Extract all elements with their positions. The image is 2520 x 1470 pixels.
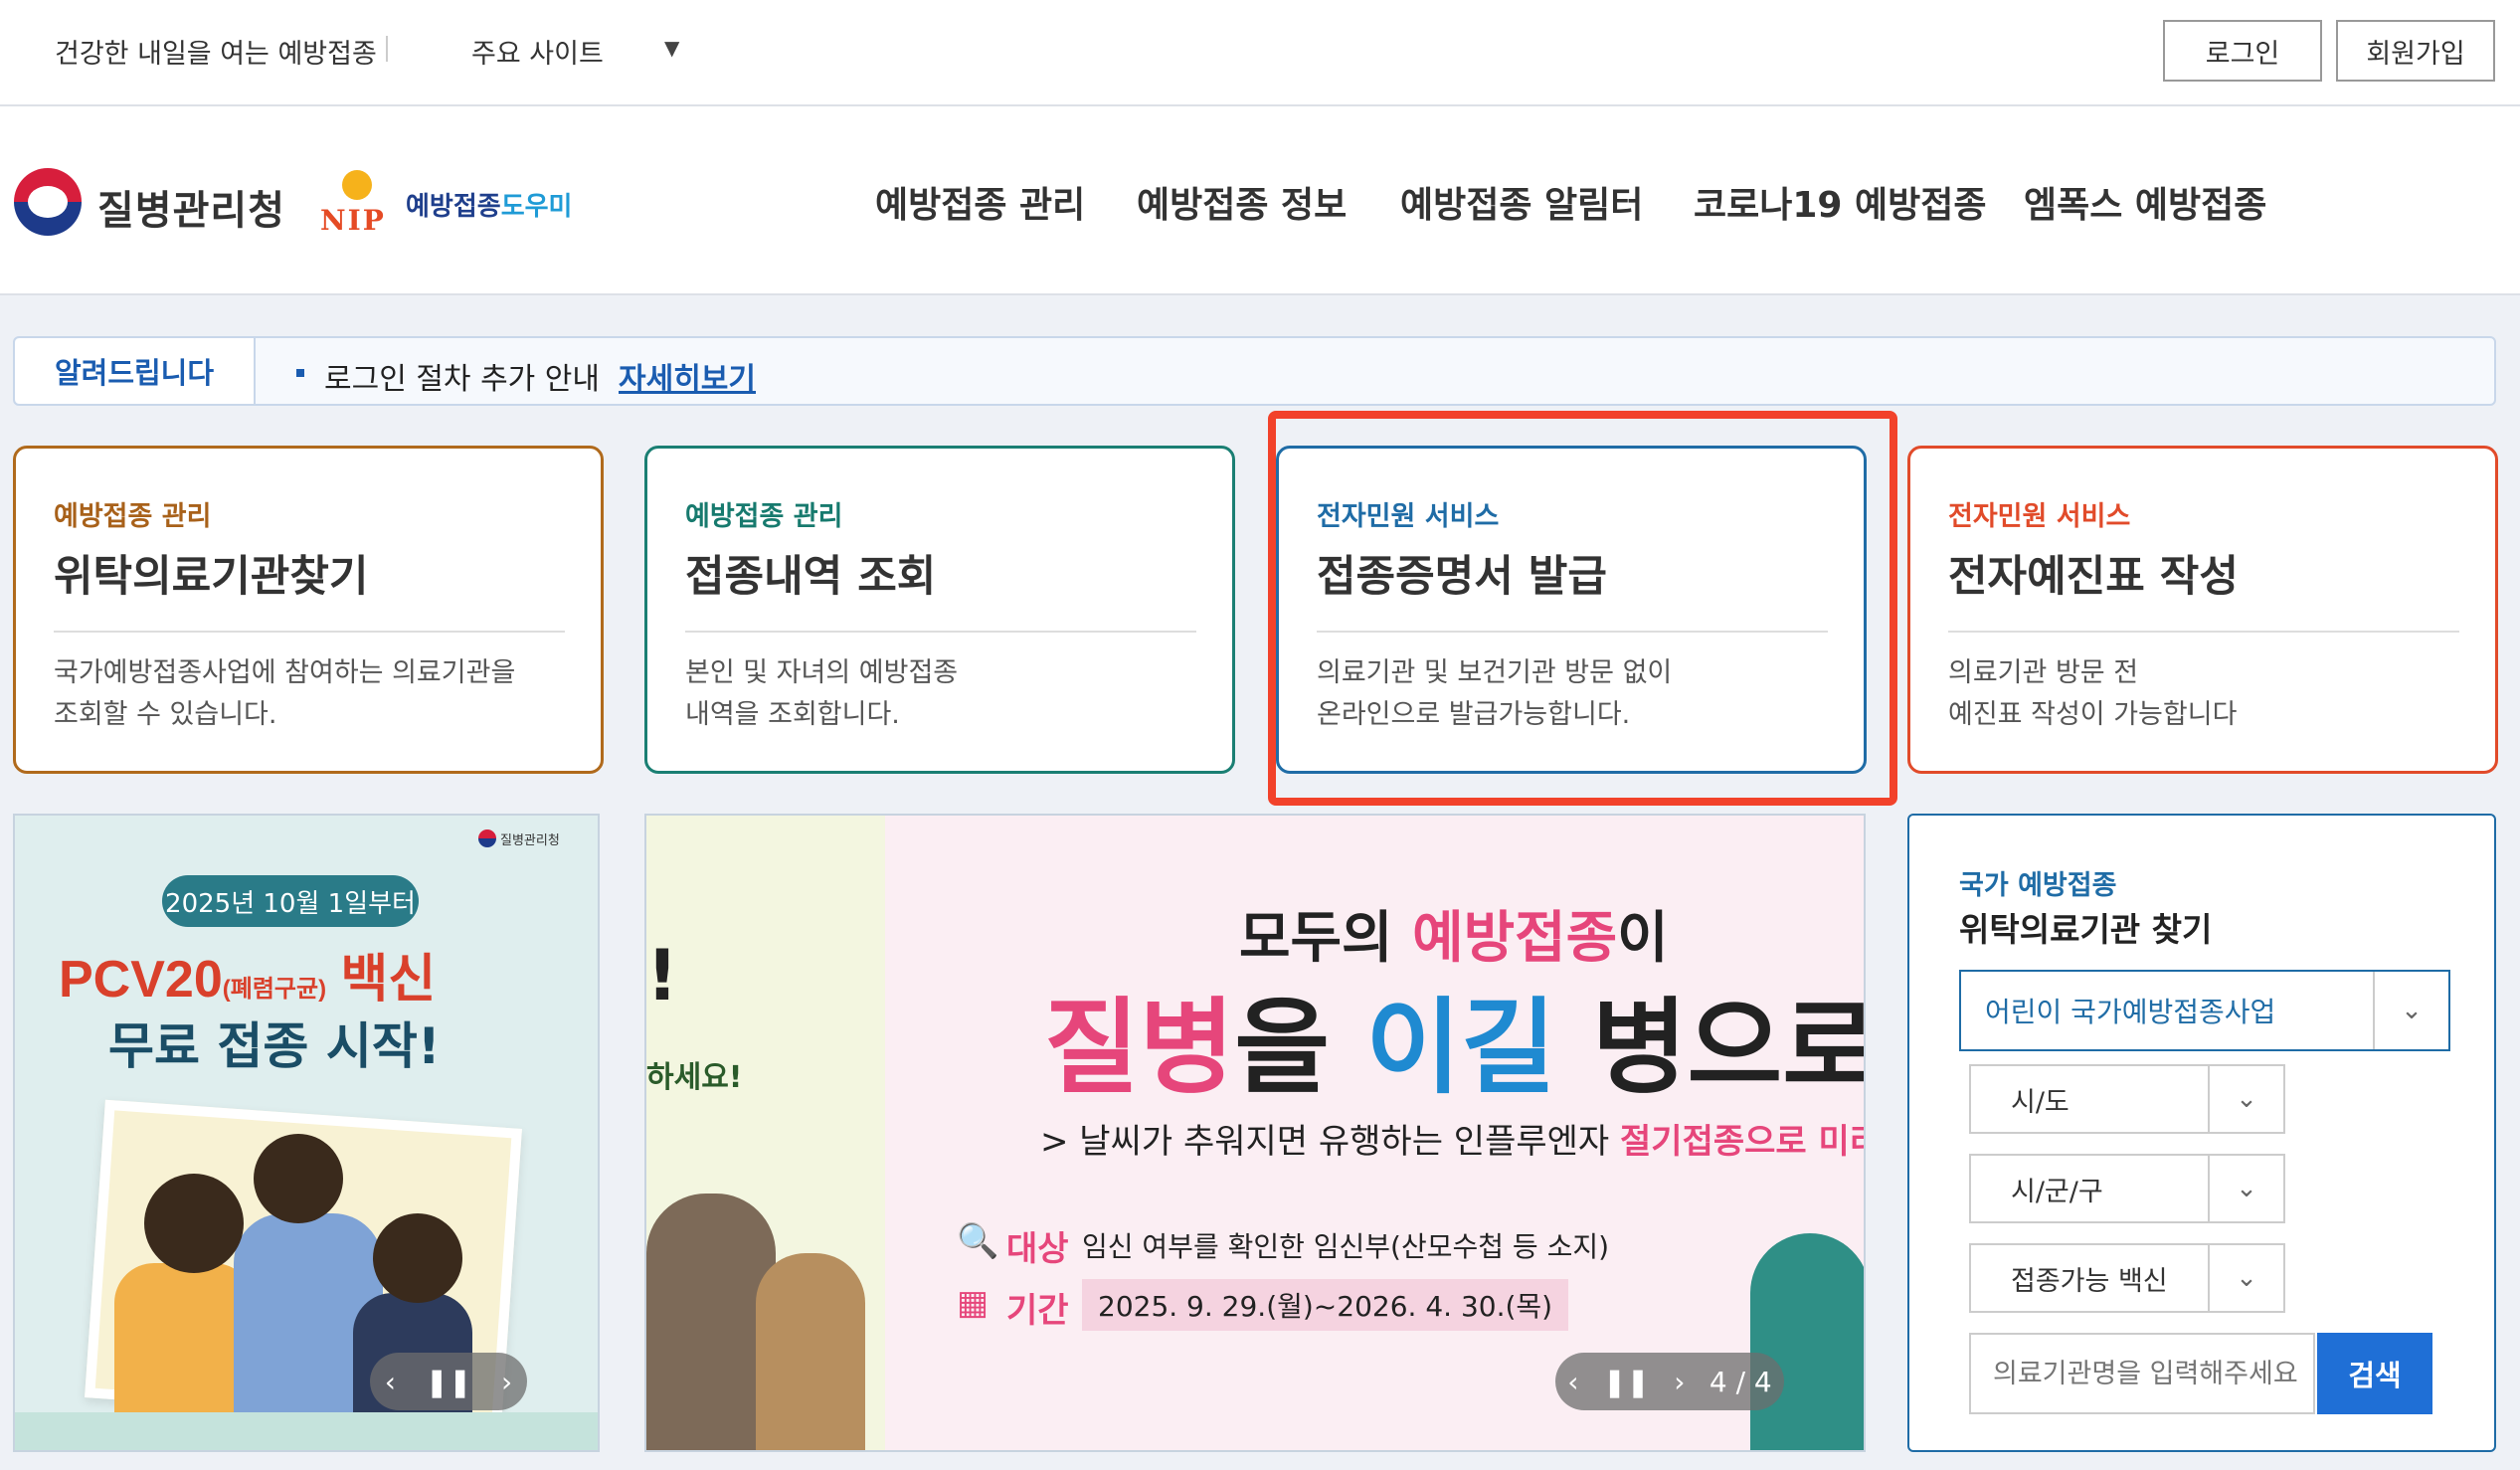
divider [386, 36, 388, 62]
sigungu-select[interactable]: 시/군/구 ⌄ [1969, 1154, 2285, 1223]
ground-illustration [15, 1412, 598, 1450]
notice-detail-link[interactable]: 자세히보기 [619, 354, 756, 398]
chevron-down-icon[interactable]: ⌄ [2208, 1066, 2283, 1132]
previous-slide-text: 하세요! [646, 1060, 743, 1095]
banner2-controls: ‹ ❚❚ › 4 / 4 [1555, 1353, 1784, 1410]
signup-button[interactable]: 회원가입 [2336, 20, 2495, 82]
nip-logo-icon[interactable]: NIP [318, 164, 396, 240]
nav-mpox[interactable]: 엠폭스 예방접종 [2024, 176, 2266, 228]
kdca-logo-icon[interactable] [14, 168, 82, 236]
card-category: 예방접종 관리 [54, 501, 212, 532]
slide-counter: 4 / 4 [1709, 1365, 1772, 1398]
pause-icon[interactable]: ❚❚ [426, 1366, 472, 1398]
kdca-logo-icon [478, 829, 496, 847]
vaccine-select-value: 접종가능 백신 [2011, 1265, 2168, 1297]
nip-logo-text: NIP [320, 204, 386, 237]
finder-category: 국가 예방접종 [1959, 870, 2117, 901]
nav-vaccination-info[interactable]: 예방접종 정보 [1137, 176, 1347, 228]
banner-brand: 질병관리청 [500, 833, 560, 848]
card-category: 예방접종 관리 [685, 501, 843, 532]
prev-arrow-icon[interactable]: ‹ [385, 1366, 396, 1398]
clinic-finder-panel: 국가 예방접종 위탁의료기관 찾기 어린이 국가예방접종사업 ⌄ 시/도 ⌄ 시… [1907, 814, 2496, 1452]
target-value: 임신 여부를 확인한 임신부(산모수첩 등 소지) [1082, 1230, 1610, 1263]
card-vaccination-history[interactable]: 예방접종 관리 접종내역 조회 본인 및 자녀의 예방접종 내역을 조회합니다. [644, 446, 1235, 774]
family-illustration [114, 1263, 254, 1422]
nip-name-part: 예방접종 [406, 192, 501, 222]
card-description: 본인 및 자녀의 예방접종 내역을 조회합니다. [685, 657, 959, 730]
sido-select[interactable]: 시/도 ⌄ [1969, 1064, 2285, 1134]
card-title: 위탁의료기관찾기 [54, 552, 369, 602]
finder-title: 위탁의료기관 찾기 [1959, 910, 2213, 949]
clinic-name-input[interactable] [1969, 1333, 2315, 1414]
nav-vaccination-notice[interactable]: 예방접종 알림터 [1400, 176, 1643, 228]
divider [1948, 631, 2459, 633]
card-title: 접종내역 조회 [685, 552, 937, 602]
nav-vaccination-management[interactable]: 예방접종 관리 [875, 176, 1085, 228]
pregnant-woman-illustration [1750, 1233, 1864, 1450]
program-select-value: 어린이 국가예방접종사업 [1985, 996, 2276, 1028]
pause-icon[interactable]: ❚❚ [1603, 1366, 1650, 1398]
login-button[interactable]: 로그인 [2163, 20, 2322, 82]
banner-headline: PCV20(폐렴구균) 백신 [59, 951, 437, 1009]
card-e-questionnaire[interactable]: 전자민원 서비스 전자예진표 작성 의료기관 방문 전 예진표 작성이 가능합니다 [1907, 446, 2498, 774]
exclamation-mark: ! [646, 935, 678, 1016]
next-arrow-icon[interactable]: › [501, 1366, 512, 1398]
next-arrow-icon[interactable]: › [1674, 1366, 1685, 1398]
top-utility-bar: 건강한 내일을 여는 예방접종 주요 사이트 ▼ 로그인 회원가입 [0, 0, 2520, 106]
vaccine-select[interactable]: 접종가능 백신 ⌄ [1969, 1243, 2285, 1313]
elderly-illustration [756, 1253, 865, 1450]
family-illustration [144, 1174, 244, 1273]
sigungu-select-value: 시/군/구 [2011, 1176, 2103, 1207]
nav-covid19[interactable]: 코로나19 예방접종 [1694, 176, 1986, 228]
card-description: 의료기관 방문 전 예진표 작성이 가능합니다 [1948, 657, 2238, 730]
divider [54, 631, 565, 633]
card-category: 전자민원 서비스 [1948, 501, 2131, 532]
site-tagline: 건강한 내일을 여는 예방접종 [55, 39, 377, 70]
sido-select-value: 시/도 [2011, 1086, 2070, 1118]
banner-headline-2: 질병을 이길 병으로 [1044, 987, 1866, 1108]
highlight-box [1268, 411, 1897, 806]
banner-headline: 모두의 예방접종이 [1239, 906, 1669, 971]
site-header: 질병관리청 NIP 예방접종도우미 예방접종 관리 예방접종 정보 예방접종 알… [0, 106, 2520, 295]
notice-text[interactable]: 로그인 절차 추가 안내 [324, 354, 600, 398]
bullet-icon [296, 369, 304, 377]
major-sites-dropdown[interactable]: 주요 사이트 [471, 32, 604, 71]
search-button[interactable]: 검색 [2317, 1333, 2432, 1414]
nip-site-name[interactable]: 예방접종도우미 [406, 186, 572, 223]
notice-label: 알려드립니다 [15, 338, 256, 404]
program-select[interactable]: 어린이 국가예방접종사업 ⌄ [1959, 970, 2450, 1051]
chevron-down-icon[interactable]: ⌄ [2208, 1245, 2283, 1311]
banner1-controls: ‹ ❚❚ › [370, 1353, 527, 1410]
card-find-clinic[interactable]: 예방접종 관리 위탁의료기관찾기 국가예방접종사업에 참여하는 의료기관을 조회할… [13, 446, 604, 774]
banner-headline-2: 무료 접종 시작! [108, 1017, 441, 1075]
card-title: 전자예진표 작성 [1948, 552, 2239, 602]
family-illustration [254, 1134, 343, 1223]
divider [685, 631, 1196, 633]
date-pill: 2025년 10월 1일부터 [162, 875, 419, 927]
prev-arrow-icon[interactable]: ‹ [1567, 1366, 1578, 1398]
family-illustration [373, 1213, 462, 1303]
chevron-down-icon[interactable]: ⌄ [2208, 1156, 2283, 1221]
nip-name-highlight: 도우미 [500, 192, 573, 222]
period-value: 2025. 9. 29.(월)~2026. 4. 30.(목) [1082, 1279, 1569, 1331]
notice-bar: 알려드립니다 로그인 절차 추가 안내 자세히보기 [13, 336, 2496, 406]
banner-subtext: > 날씨가 추워지면 유행하는 인플루엔자 절기접종으로 미리 예방하 [1040, 1122, 1864, 1162]
card-description: 국가예방접종사업에 참여하는 의료기관을 조회할 수 있습니다. [54, 657, 516, 730]
agency-name[interactable]: 질병관리청 [97, 178, 285, 236]
caret-down-icon[interactable]: ▼ [664, 36, 679, 60]
chevron-down-icon[interactable]: ⌄ [2373, 972, 2448, 1049]
